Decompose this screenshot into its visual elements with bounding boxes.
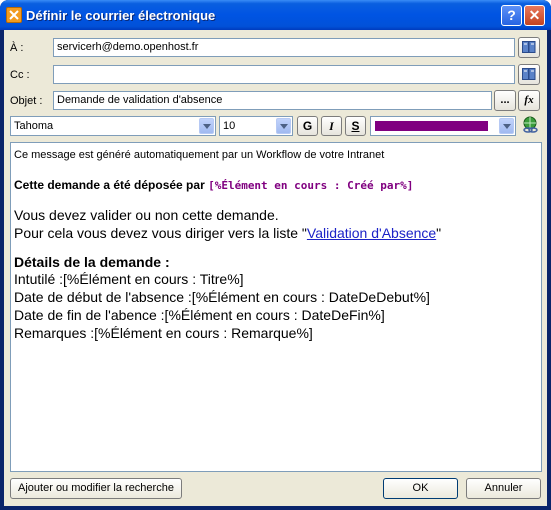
subject-label: Objet : xyxy=(10,95,43,107)
hyperlink-button[interactable] xyxy=(519,116,540,137)
body-submitted-by-text: Cette demande a été déposée par xyxy=(14,178,209,192)
detail-title: Intutilé :[%Élément en cours : Titre%] xyxy=(14,271,244,287)
body-intro: Ce message est généré automatiquement pa… xyxy=(14,149,385,161)
ok-button[interactable]: OK xyxy=(383,478,458,499)
chevron-down-icon xyxy=(199,118,214,134)
to-address-book-button[interactable] xyxy=(518,37,540,58)
message-editor[interactable]: Ce message est généré automatiquement pa… xyxy=(10,142,542,472)
font-select-value: Tahoma xyxy=(14,120,54,132)
cc-field[interactable] xyxy=(53,65,515,84)
chevron-down-icon xyxy=(276,118,291,134)
hyperlink-icon xyxy=(522,116,538,133)
cc-address-book-button[interactable] xyxy=(518,64,540,85)
dialog-body: À : servicerh@demo.openhost.fr Cc : Obje… xyxy=(4,30,547,506)
cc-label: Cc : xyxy=(10,69,30,81)
cancel-button[interactable]: Annuler xyxy=(466,478,541,499)
app-icon xyxy=(6,7,22,23)
underline-button[interactable]: S xyxy=(345,116,366,136)
detail-remarks: Remarques :[%Élément en cours : Remarque… xyxy=(14,325,313,341)
body-list-suffix: " xyxy=(436,225,442,241)
body-created-by-token: [%Élément en cours : Créé par%] xyxy=(208,179,414,192)
to-field[interactable]: servicerh@demo.openhost.fr xyxy=(53,38,515,57)
body-list-line: Pour cela vous devez vous diriger vers l… xyxy=(14,224,538,242)
body-submitted-by: Cette demande a été déposée par [%Élémen… xyxy=(14,178,538,192)
detail-start-date: Date de début de l'absence :[%Élément en… xyxy=(14,289,430,305)
subject-field[interactable]: Demande de validation d'absence xyxy=(53,91,492,110)
address-book-icon xyxy=(522,68,536,87)
formula-button[interactable]: fx xyxy=(518,90,540,111)
detail-end-date: Date de fin de l'abence :[%Élément en co… xyxy=(14,307,385,323)
dialog-window: Définir le courrier électronique ? ✕ À :… xyxy=(0,0,551,510)
to-label: À : xyxy=(10,42,24,54)
color-swatch xyxy=(375,121,488,131)
subject-browse-button[interactable]: ... xyxy=(494,90,516,111)
title-bar: Définir le courrier électronique ? ✕ xyxy=(0,0,551,30)
font-size-select-value: 10 xyxy=(223,120,236,132)
italic-button[interactable]: I xyxy=(321,116,342,136)
lookup-button[interactable]: Ajouter ou modifier la recherche xyxy=(10,478,182,499)
font-size-select[interactable]: 10 xyxy=(219,116,293,136)
address-book-icon xyxy=(522,41,536,60)
window-title: Définir le courrier électronique xyxy=(26,8,216,23)
close-button[interactable]: ✕ xyxy=(524,5,545,26)
help-button[interactable]: ? xyxy=(501,5,522,26)
font-select[interactable]: Tahoma xyxy=(10,116,216,136)
body-validate-line: Vous devez valider ou non cette demande. xyxy=(14,207,279,223)
text-color-select[interactable] xyxy=(370,116,516,136)
chevron-down-icon xyxy=(499,118,514,134)
bold-button[interactable]: G xyxy=(297,116,318,136)
body-list-prefix: Pour cela vous devez vous diriger vers l… xyxy=(14,225,307,241)
validation-list-link[interactable]: Validation d'Absence xyxy=(307,225,436,241)
details-heading: Détails de la demande : xyxy=(14,254,170,270)
